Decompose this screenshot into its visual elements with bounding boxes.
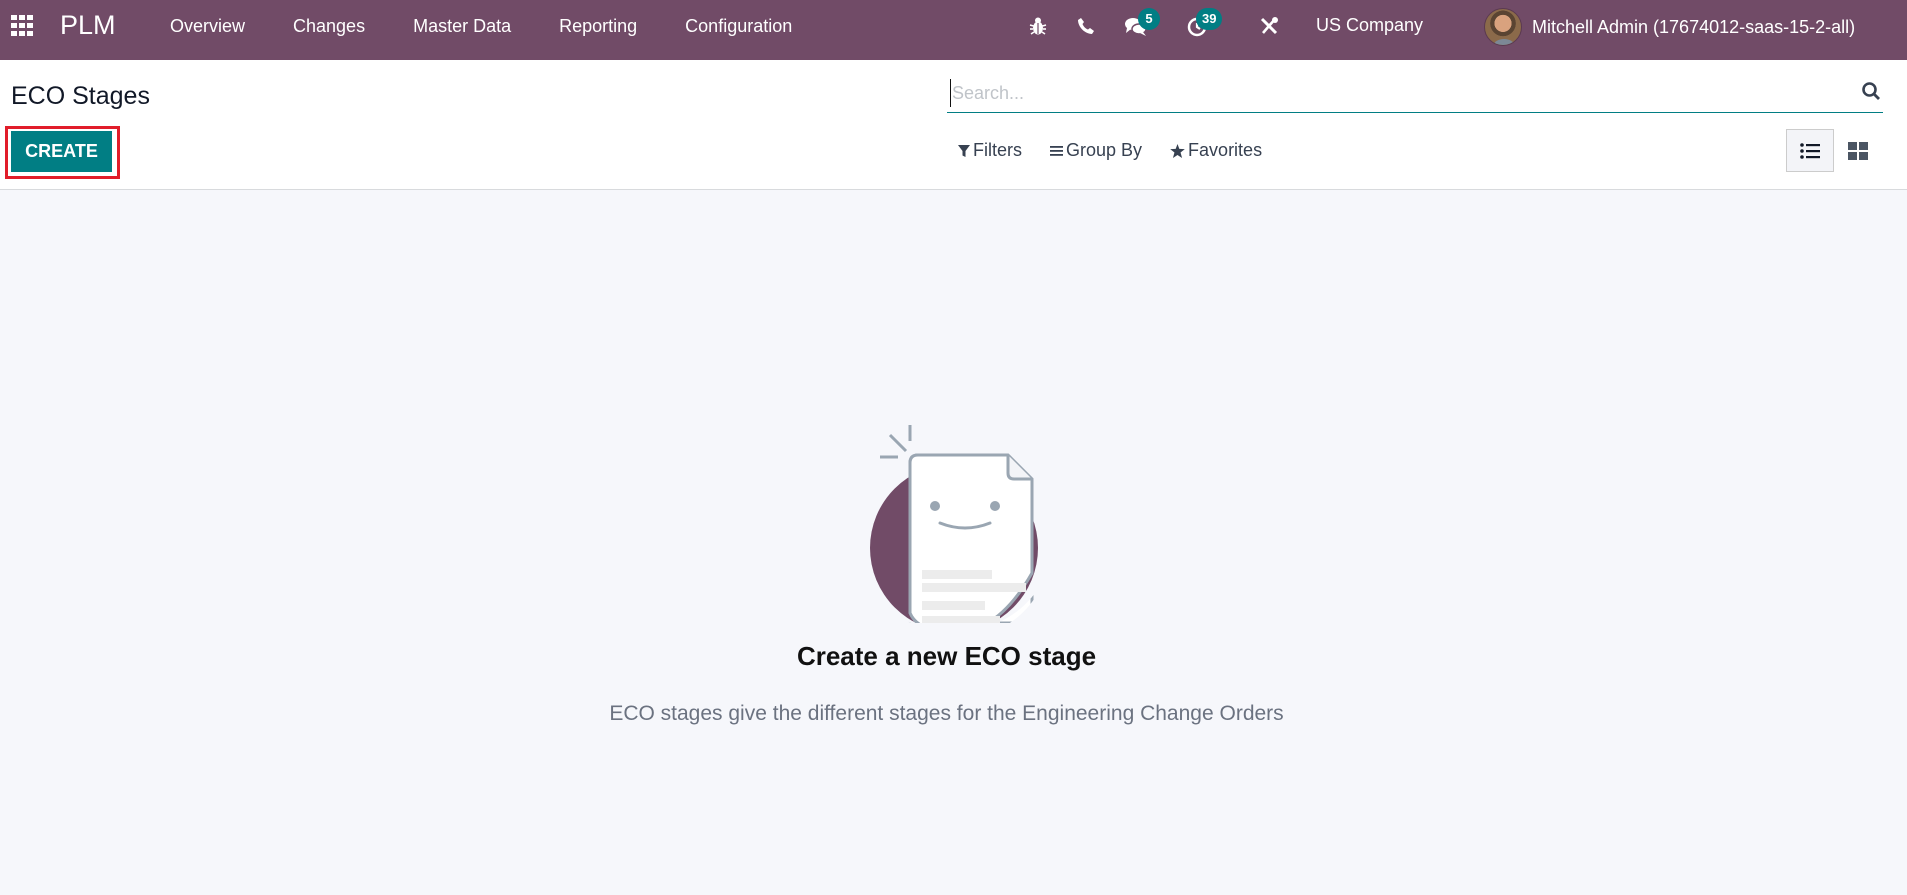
- star-icon: [1170, 143, 1185, 158]
- menu-item-master-data[interactable]: Master Data: [413, 16, 511, 37]
- list-view-button[interactable]: [1786, 129, 1834, 172]
- main-menu: Overview Changes Master Data Reporting C…: [170, 0, 840, 52]
- bars-icon: [1050, 145, 1063, 156]
- messages-count-badge: 5: [1138, 8, 1160, 30]
- user-name: Mitchell Admin (17674012-saas-15-2-all): [1532, 16, 1856, 37]
- view-switcher: [1786, 129, 1882, 172]
- empty-state-description: ECO stages give the different stages for…: [609, 702, 1284, 725]
- top-navbar: PLM Overview Changes Master Data Reporti…: [0, 0, 1907, 60]
- menu-item-reporting[interactable]: Reporting: [559, 16, 637, 37]
- list-icon: [1800, 142, 1820, 159]
- search-options: Filters Group By Favorites: [958, 140, 1290, 161]
- group-by-dropdown[interactable]: Group By: [1050, 140, 1142, 161]
- menu-item-changes[interactable]: Changes: [293, 16, 365, 37]
- app-brand[interactable]: PLM: [60, 10, 116, 41]
- chat-icon[interactable]: 5: [1124, 8, 1160, 38]
- apps-menu-icon[interactable]: [11, 15, 35, 37]
- bug-icon[interactable]: [1026, 14, 1050, 38]
- user-avatar: [1484, 8, 1522, 46]
- menu-item-configuration[interactable]: Configuration: [685, 16, 792, 37]
- search-bar: [947, 75, 1883, 113]
- favorites-dropdown[interactable]: Favorites: [1170, 140, 1262, 161]
- company-switcher[interactable]: US Company: [1316, 15, 1423, 36]
- page-title: ECO Stages: [11, 82, 150, 110]
- group-by-label: Group By: [1066, 140, 1143, 160]
- filters-dropdown[interactable]: Filters: [958, 140, 1022, 161]
- favorites-label: Favorites: [1188, 140, 1263, 160]
- kanban-view-button[interactable]: [1834, 129, 1882, 172]
- empty-state: Create a new ECO stage ECO stages give t…: [0, 191, 1907, 895]
- filter-icon: [958, 144, 970, 157]
- kanban-icon: [1848, 141, 1868, 160]
- search-input[interactable]: [950, 79, 1830, 107]
- search-icon[interactable]: [1861, 81, 1883, 103]
- create-button[interactable]: CREATE: [10, 130, 113, 173]
- activities-count-badge: 39: [1196, 8, 1223, 30]
- tools-icon[interactable]: [1257, 14, 1281, 38]
- filters-label: Filters: [973, 140, 1022, 160]
- phone-icon[interactable]: [1074, 14, 1098, 38]
- menu-item-overview[interactable]: Overview: [170, 16, 245, 37]
- smiling-document-illustration: [870, 425, 1038, 623]
- empty-state-title: Create a new ECO stage: [796, 641, 1097, 671]
- user-menu[interactable]: Mitchell Admin (17674012-saas-15-2-all): [1484, 8, 1855, 46]
- control-panel: ECO Stages CREATE Filters Group By: [0, 60, 1907, 190]
- clock-icon[interactable]: 39: [1186, 8, 1223, 38]
